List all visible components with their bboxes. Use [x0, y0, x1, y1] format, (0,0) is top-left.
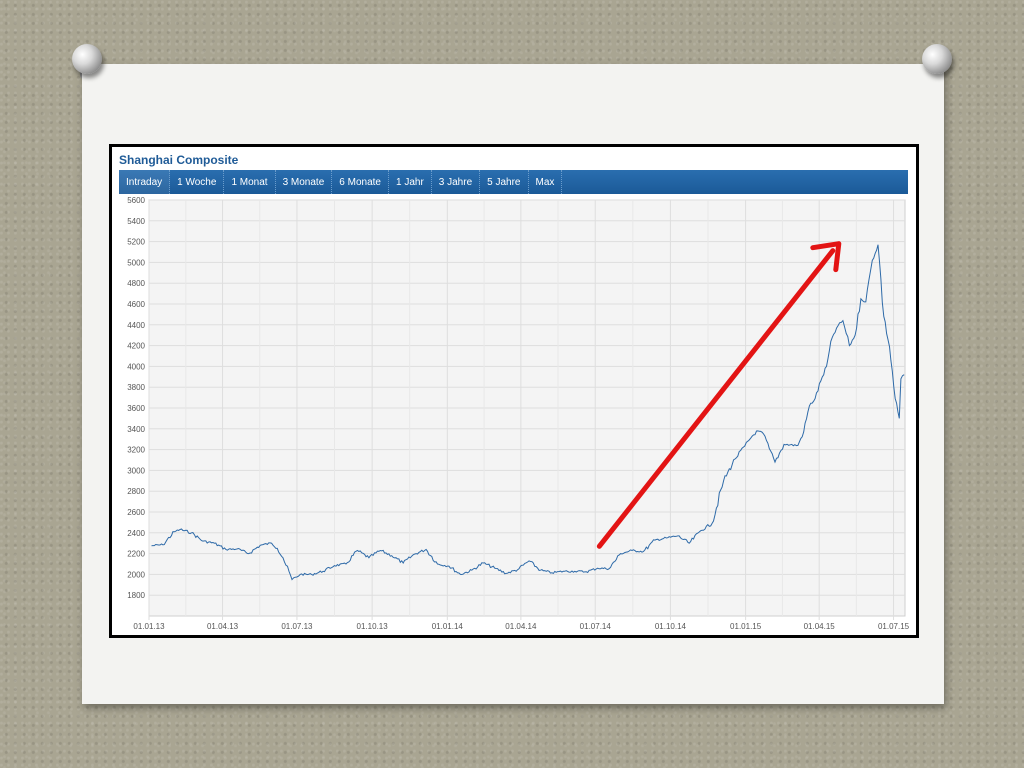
y-tick-label: 4200: [127, 342, 145, 351]
y-tick-label: 4600: [127, 300, 145, 309]
y-tick-label: 2400: [127, 529, 145, 538]
x-tick-label: 01.04.15: [804, 622, 836, 631]
x-tick-label: 01.01.15: [730, 622, 762, 631]
tab-intraday[interactable]: Intraday: [119, 170, 171, 194]
y-tick-label: 2800: [127, 487, 145, 496]
range-tab-bar: Intraday 1 Woche 1 Monat 3 Monate 6 Monate 1 …: [119, 170, 908, 194]
tab-1-monat[interactable]: 1 Monat: [224, 170, 276, 194]
tab-max[interactable]: Max: [529, 170, 563, 194]
tab-6-monate[interactable]: 6 Monate: [332, 170, 389, 194]
y-tick-label: 3600: [127, 404, 145, 413]
y-tick-label: 3000: [127, 466, 145, 475]
x-tick-label: 01.07.13: [281, 622, 313, 631]
y-tick-label: 5600: [127, 196, 145, 205]
y-tick-label: 3400: [127, 425, 145, 434]
chart-widget: Shanghai Composite Intraday 1 Woche 1 Mona…: [109, 144, 919, 638]
y-tick-label: 5400: [127, 217, 145, 226]
x-tick-label: 01.01.13: [133, 622, 165, 631]
tab-1-jahr[interactable]: 1 Jahr: [389, 170, 432, 194]
tab-1-woche[interactable]: 1 Woche: [170, 170, 225, 194]
x-tick-label: 01.10.14: [655, 622, 687, 631]
x-tick-label: 01.10.13: [357, 622, 389, 631]
tab-3-jahre[interactable]: 3 Jahre: [432, 170, 481, 194]
y-tick-label: 2200: [127, 550, 145, 559]
y-tick-label: 2600: [127, 508, 145, 517]
pushpin-icon: [72, 44, 102, 80]
y-tick-label: 4800: [127, 279, 145, 288]
price-chart: 1800 2000 2200 2400 2600 2800 3000 3200 3400 3600…: [127, 196, 910, 631]
y-tick-label: 2000: [127, 570, 145, 579]
pushpin-icon: [922, 44, 952, 80]
y-tick-label: 1800: [127, 591, 145, 600]
chart-title: Shanghai Composite: [119, 153, 239, 167]
y-tick-label: 3200: [127, 446, 145, 455]
x-tick-label: 01.04.13: [207, 622, 239, 631]
x-tick-label: 01.07.14: [580, 622, 612, 631]
y-tick-label: 5200: [127, 238, 145, 247]
x-tick-label: 01.07.15: [878, 622, 910, 631]
tab-5-jahre[interactable]: 5 Jahre: [480, 170, 529, 194]
y-tick-label: 4000: [127, 362, 145, 371]
y-tick-label: 3800: [127, 383, 145, 392]
y-tick-label: 5000: [127, 258, 145, 267]
x-tick-label: 01.01.14: [432, 622, 464, 631]
x-tick-label: 01.04.14: [505, 622, 537, 631]
y-tick-label: 4400: [127, 321, 145, 330]
tab-3-monate[interactable]: 3 Monate: [276, 170, 333, 194]
